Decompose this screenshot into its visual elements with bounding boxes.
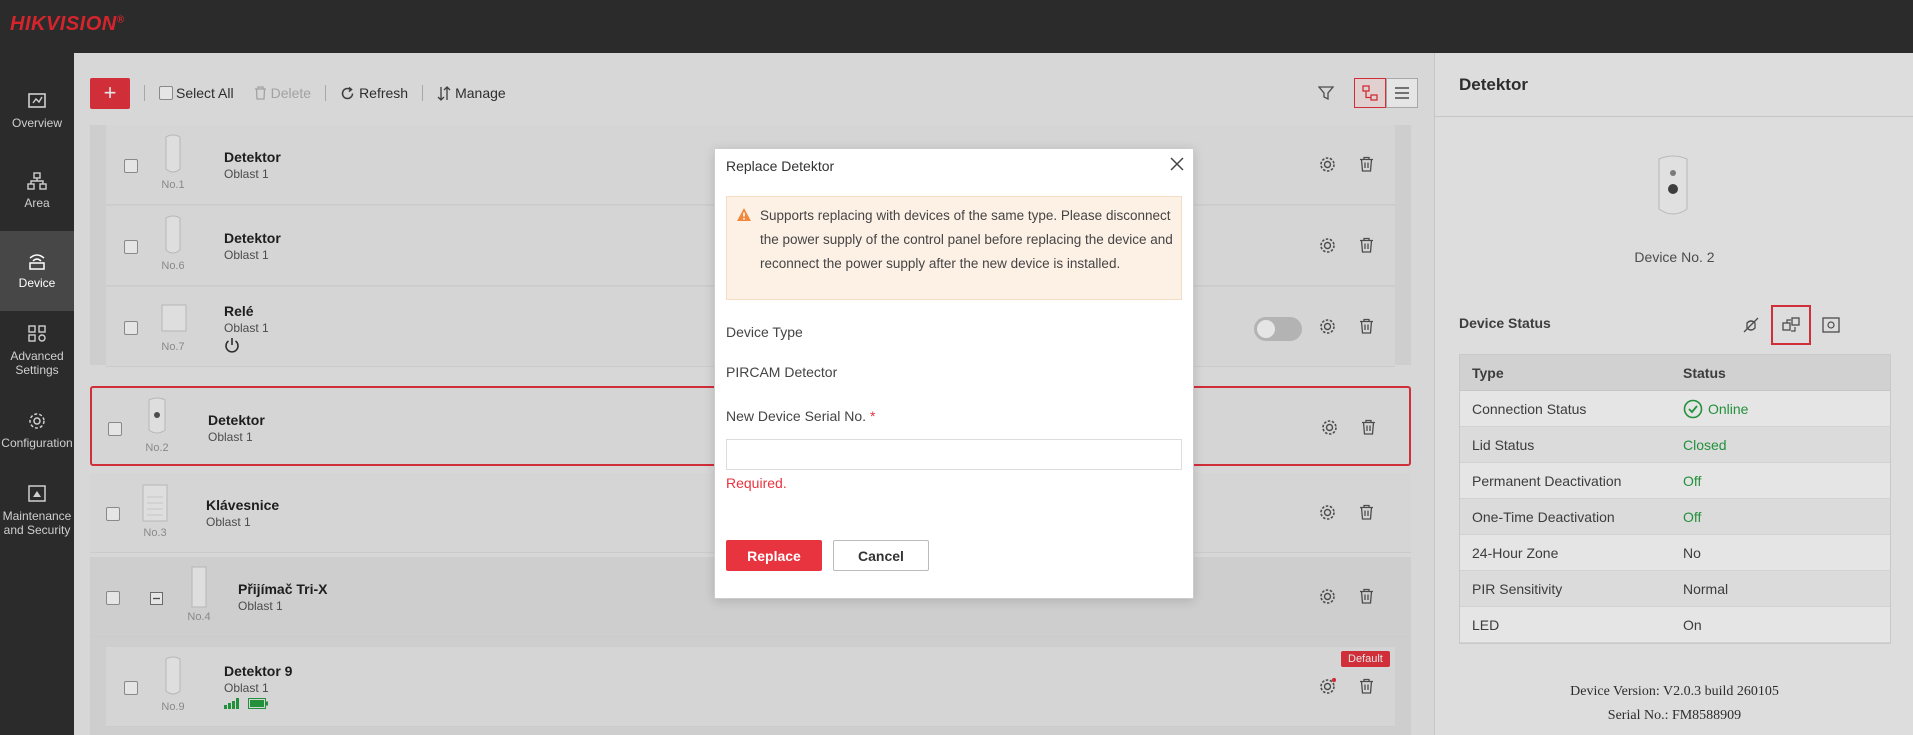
device-type-value: PIRCAM Detector [726,364,838,380]
close-icon[interactable] [1170,157,1184,171]
dialog-title: Replace Detektor [726,158,835,174]
warning-text: Supports replacing with devices of the s… [760,208,1173,271]
required-error: Required. [726,475,787,491]
required-mark: * [869,408,876,424]
device-type-label: Device Type [726,324,803,340]
nav-label-maintenance: Maintenance and Security [2,509,72,537]
maintenance-icon [28,485,46,502]
cancel-button[interactable]: Cancel [833,540,929,571]
area-icon [27,172,47,190]
nav-item-device[interactable]: Device [0,231,74,311]
nav-label-overview: Overview [11,116,62,130]
left-nav: Overview Area Device Advanced Settings C… [0,53,74,735]
replace-device-dialog: Replace Detektor Supports replacing with… [714,148,1194,599]
advanced-settings-icon [28,325,46,342]
nav-item-advanced-settings[interactable]: Advanced Settings [0,311,74,391]
hikvision-logo: HIKVISION® [10,13,125,35]
warning-box: Supports replacing with devices of the s… [726,196,1182,300]
top-bar: HIKVISION® [0,0,1913,53]
nav-item-overview[interactable]: Overview [0,71,74,151]
nav-item-maintenance[interactable]: Maintenance and Security [0,471,74,551]
warning-icon [737,208,751,221]
replace-button[interactable]: Replace [726,540,822,571]
configuration-icon [29,413,45,429]
nav-item-configuration[interactable]: Configuration [0,391,74,471]
nav-item-area[interactable]: Area [0,151,74,231]
device-icon [29,254,45,270]
nav-label-configuration: Configuration [1,436,73,450]
serial-label-text: New Device Serial No. [726,408,867,424]
serial-field-label: New Device Serial No. * [726,408,875,424]
nav-label-area: Area [24,196,50,210]
nav-label-advanced-settings: Advanced Settings [10,349,64,377]
serial-number-input[interactable] [726,439,1182,470]
overview-icon [28,93,46,108]
nav-label-device: Device [18,276,56,290]
